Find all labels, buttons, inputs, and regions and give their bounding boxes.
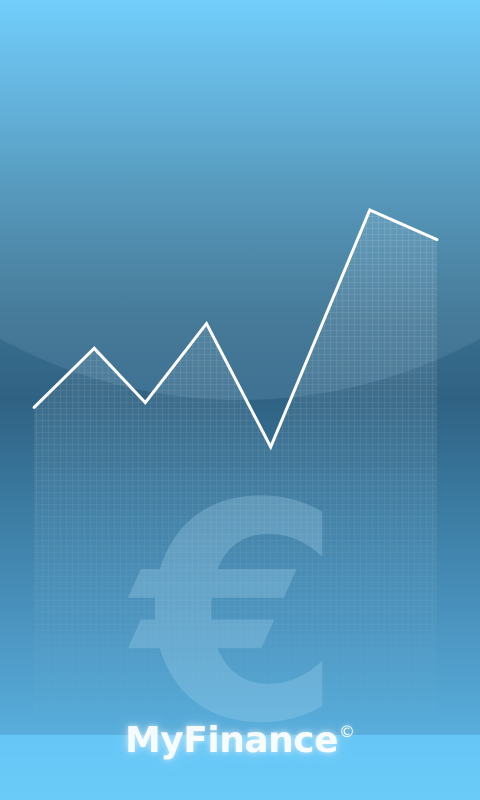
chart-area-fill (34, 210, 437, 740)
chart-point-4 (205, 322, 208, 325)
chart-point-2 (92, 346, 96, 350)
splash-screen: € MyFinance© (0, 0, 480, 800)
chart-point-6 (368, 208, 372, 212)
chart-point-3 (143, 401, 147, 404)
copyright-icon: © (339, 722, 356, 741)
finance-chart (32, 208, 439, 740)
chart-point-7 (435, 238, 439, 242)
brand-logo: MyFinance© (0, 720, 480, 770)
app-name: MyFinance (124, 720, 339, 761)
chart-point-1 (32, 406, 36, 409)
chart-point-5 (269, 445, 273, 449)
